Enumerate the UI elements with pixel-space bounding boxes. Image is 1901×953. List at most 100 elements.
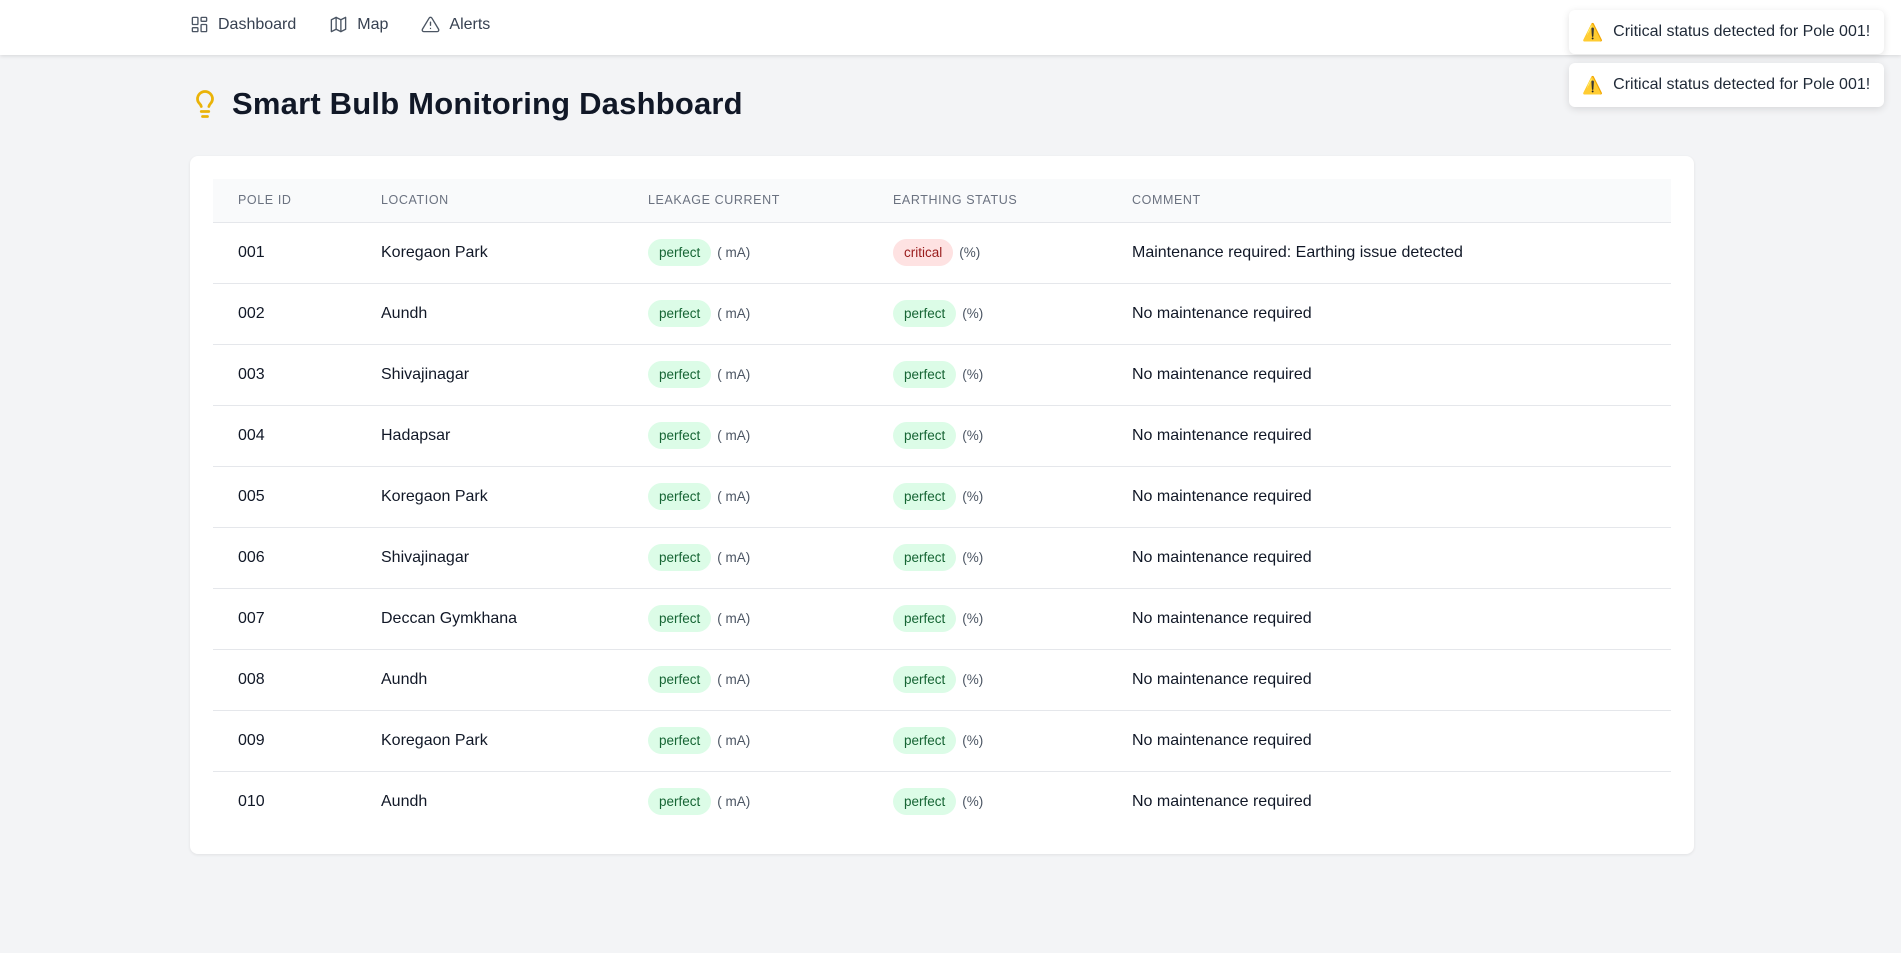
unit-label: (%) [962,794,984,810]
cell-earthing-status: perfect (%) [868,588,1107,650]
toast-message: Critical status detected for Pole 001! [1613,76,1871,93]
page-title: Smart Bulb Monitoring Dashboard [232,86,743,121]
warning-icon: ⚠️ [1582,75,1604,95]
cell-earthing-status: perfect (%) [868,527,1107,589]
cell-leakage-current: perfect ( mA) [623,283,868,345]
toast-container: ⚠️ Critical status detected for Pole 001… [1569,10,1884,107]
cell-location: Koregaon Park [356,710,623,772]
status-badge: perfect [893,666,957,693]
table-row: 003 Shivajinagar perfect ( mA) perfect (%) No … [213,344,1671,406]
cell-comment: No maintenance required [1107,283,1671,345]
toast-notification[interactable]: ⚠️ Critical status detected for Pole 001… [1569,63,1884,107]
cell-leakage-current: perfect ( mA) [623,222,868,284]
unit-label: (%) [962,306,984,321]
cell-location: Aundh [356,283,623,345]
cell-earthing-status: perfect (%) [868,466,1107,528]
unit-label: ( mA) [717,550,751,565]
cell-leakage-current: perfect ( mA) [623,710,868,772]
header-earthing-status: Earthing Status [868,179,1107,223]
cell-comment: No maintenance required [1107,466,1671,528]
warning-icon: ⚠️ [1582,22,1604,42]
nav-item-alerts[interactable]: Alerts [421,0,490,55]
unit-label: ( mA) [717,306,751,321]
cell-location: Deccan Gymkhana [356,588,623,650]
page-header: Smart Bulb Monitoring Dashboard [190,86,743,122]
cell-leakage-current: perfect ( mA) [623,771,868,832]
nav-item-dashboard[interactable]: Dashboard [190,0,296,55]
header-pole-id: Pole ID [213,179,356,223]
cell-pole-id: 008 [213,649,356,711]
status-badge: critical [893,239,954,266]
toast-notification[interactable]: ⚠️ Critical status detected for Pole 001… [1569,10,1884,54]
header-leakage-current: Leakage Current [623,179,868,223]
unit-label: (%) [962,611,984,626]
table-row: 010 Aundh perfect ( mA) perfect (%) No mainten… [213,771,1671,832]
nav-item-map[interactable]: Map [329,0,388,55]
status-badge: perfect [648,422,712,449]
cell-comment: No maintenance required [1107,527,1671,589]
poles-table: Pole ID Location Leakage Current Earthin… [213,179,1671,832]
cell-pole-id: 002 [213,283,356,345]
cell-leakage-current: perfect ( mA) [623,405,868,467]
table-row: 004 Hadapsar perfect ( mA) perfect (%) No main… [213,405,1671,467]
unit-label: (%) [962,428,984,443]
cell-earthing-status: perfect (%) [868,771,1107,832]
table-row: 005 Koregaon Park perfect ( mA) perfect (%) No… [213,466,1671,528]
cell-leakage-current: perfect ( mA) [623,588,868,650]
status-badge: perfect [893,788,957,816]
unit-label: (%) [962,367,984,382]
cell-leakage-current: perfect ( mA) [623,527,868,589]
status-badge: perfect [648,300,712,327]
unit-label: (%) [959,245,981,260]
unit-label: ( mA) [717,794,751,810]
cell-pole-id: 004 [213,405,356,467]
cell-leakage-current: perfect ( mA) [623,649,868,711]
unit-label: (%) [962,489,984,504]
table-row: 009 Koregaon Park perfect ( mA) perfect (%) No… [213,710,1671,772]
status-badge: perfect [648,605,712,632]
cell-comment: No maintenance required [1107,405,1671,467]
unit-label: ( mA) [717,733,751,748]
status-badge: perfect [893,361,957,388]
cell-comment: No maintenance required [1107,649,1671,711]
cell-location: Aundh [381,792,428,810]
status-badge: perfect [648,788,712,816]
cell-location: Shivajinagar [356,527,623,589]
unit-label: ( mA) [717,489,751,504]
cell-pole-id: 003 [213,344,356,406]
nav-item-label: Dashboard [218,15,297,33]
status-badge: perfect [893,483,957,510]
cell-comment: Maintenance required: Earthing issue det… [1107,222,1671,284]
cell-location: Koregaon Park [356,222,623,284]
header-location: Location [356,179,623,223]
cell-comment: No maintenance required [1132,792,1312,810]
table-row: 001 Koregaon Park perfect ( mA) critical (%) M… [213,222,1671,284]
map-icon [330,16,347,33]
unit-label: ( mA) [717,367,751,382]
cell-pole-id: 005 [213,466,356,528]
status-badge: perfect [648,483,712,510]
status-badge: perfect [893,605,957,632]
table-header-row: Pole ID Location Leakage Current Earthin… [213,179,1671,223]
cell-location: Koregaon Park [356,466,623,528]
unit-label: ( mA) [717,428,751,443]
table-row: 006 Shivajinagar perfect ( mA) perfect (%) No … [213,527,1671,589]
cell-earthing-status: perfect (%) [868,344,1107,406]
unit-label: ( mA) [717,611,751,626]
cell-leakage-current: perfect ( mA) [623,344,868,406]
unit-label: ( mA) [717,672,751,687]
nav-item-label: Alerts [449,15,491,33]
cell-comment: No maintenance required [1107,710,1671,772]
status-badge: perfect [648,666,712,693]
unit-label: (%) [962,672,984,687]
alert-triangle-icon [421,16,440,33]
lightbulb-icon [196,90,214,118]
unit-label: (%) [962,550,984,565]
cell-location: Hadapsar [356,405,623,467]
table-row: 008 Aundh perfect ( mA) perfect (%) No mainten… [213,649,1671,711]
cell-pole-id: 009 [213,710,356,772]
nav-item-label: Map [357,15,389,33]
toast-message: Critical status detected for Pole 001! [1613,23,1871,40]
cell-earthing-status: perfect (%) [868,405,1107,467]
cell-location: Shivajinagar [356,344,623,406]
